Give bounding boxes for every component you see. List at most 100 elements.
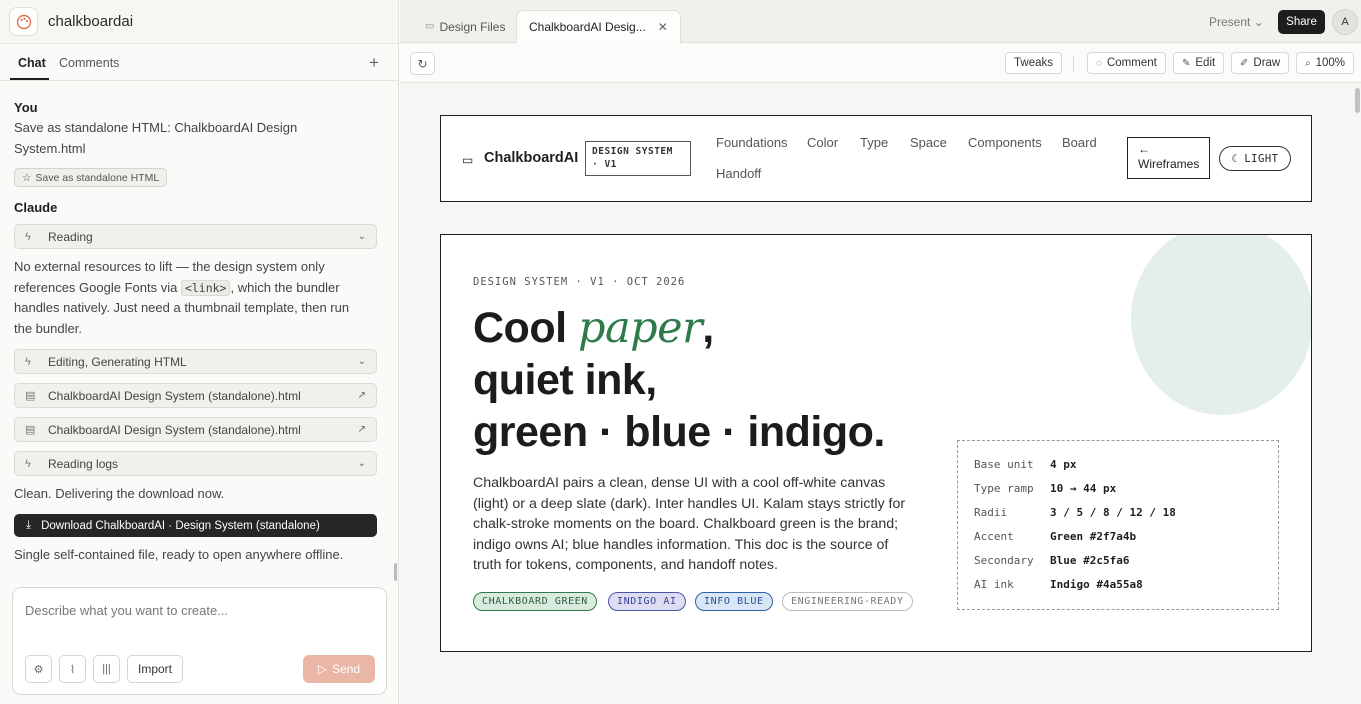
chevron-down-icon: ⌄ xyxy=(357,458,366,469)
save-standalone-chip[interactable]: ☆ Save as standalone HTML xyxy=(14,168,168,187)
composer-input[interactable]: Describe what you want to create... xyxy=(25,603,228,618)
headline-text: , xyxy=(702,304,714,352)
present-label: Present xyxy=(1209,15,1251,29)
paperclip-icon[interactable]: ⌇ xyxy=(59,655,86,683)
import-button[interactable]: Import xyxy=(127,655,184,683)
new-chat-plus-icon[interactable]: + xyxy=(369,53,379,73)
spec-value: 10 → 44 px xyxy=(1050,482,1117,495)
bolt-icon: ϟ xyxy=(25,230,31,243)
nav-components[interactable]: Components xyxy=(968,135,1042,150)
bolt-icon: ϟ xyxy=(25,355,31,368)
chat-scrollbar[interactable] xyxy=(394,563,397,581)
tweaks-button[interactable]: Tweaks xyxy=(1005,52,1062,74)
para-text: , which the bundler xyxy=(230,279,340,295)
chip-label: Save as standalone HTML xyxy=(35,171,160,184)
pill-indigo-ai: INDIGO AI xyxy=(608,592,686,611)
file-icon: ▤ xyxy=(25,424,36,436)
spec-card: Base unit 4 px Type ramp 10 → 44 px Radii 3… xyxy=(957,440,1279,610)
spec-key: Accent xyxy=(974,530,1014,543)
tab-design-files[interactable]: ▭ Design Files xyxy=(425,10,505,43)
palette-logo-icon[interactable] xyxy=(9,7,38,36)
tab-chat[interactable]: Chat xyxy=(18,56,46,70)
folder-icon: ▭ xyxy=(425,21,435,32)
tool-editing[interactable]: ϟ Editing, Generating HTML ⌄ xyxy=(14,349,377,374)
share-button[interactable]: Share xyxy=(1278,10,1325,34)
comment-icon: ◌ xyxy=(1096,57,1102,69)
send-icon: ▷ xyxy=(317,662,328,676)
doc-nav-bar: ▭ ChalkboardAI DESIGN SYSTEM · V1 Founda… xyxy=(440,115,1312,202)
decorative-circle xyxy=(1131,235,1311,415)
app-header: chalkboardai xyxy=(0,0,398,44)
file-icon: ▤ xyxy=(25,390,36,402)
canvas-scrollbar[interactable] xyxy=(1355,88,1360,113)
tab-label: Design Files xyxy=(439,19,506,34)
zoom-button[interactable]: ⌕ 100% xyxy=(1296,52,1355,74)
para-line: handles natively. Just need a thumbnail … xyxy=(14,300,350,315)
moon-icon: ☾ xyxy=(1231,152,1239,165)
headline-line: quiet ink, xyxy=(473,356,657,404)
pill-info-blue: INFO BLUE xyxy=(695,592,773,611)
comment-button[interactable]: ◌ Comment xyxy=(1087,52,1166,74)
design-system-badge: DESIGN SYSTEM · V1 xyxy=(585,141,691,176)
nav-color[interactable]: Color xyxy=(807,135,838,150)
nav-board[interactable]: Board xyxy=(1062,135,1097,150)
settings-icon[interactable]: ⚙ xyxy=(25,655,52,683)
spec-value: 3 / 5 / 8 / 12 / 18 xyxy=(1050,506,1176,519)
spec-key: AI ink xyxy=(974,578,1014,591)
clean-message: Clean. Delivering the download now. xyxy=(14,486,225,501)
assistant-paragraph: No external resources to lift — the desi… xyxy=(14,257,369,339)
magnifier-icon: ⌕ xyxy=(1305,57,1311,69)
badge-line: DESIGN SYSTEM xyxy=(592,146,673,157)
toolbar-divider xyxy=(1073,56,1074,72)
preview-toolbar: ↻ Tweaks ◌ Comment ✎ Edit ✐ Draw ⌕ 100% xyxy=(400,43,1361,83)
button-label: Edit xyxy=(1195,57,1216,69)
file-row-1[interactable]: ▤ ChalkboardAI Design System (standalone… xyxy=(14,383,377,408)
badge-line: · V1 xyxy=(592,159,617,170)
headline-line: Cool paper, xyxy=(473,302,885,354)
tab-bar: ▭ Design Files ChalkboardAI Desig... ✕ P… xyxy=(400,0,1361,43)
open-external-icon[interactable]: ↗ xyxy=(358,390,366,401)
download-button[interactable]: ⤓ Download ChalkboardAI · Design System … xyxy=(14,514,377,537)
headline-line: green · blue · indigo. xyxy=(473,408,885,456)
theme-label: LIGHT xyxy=(1244,152,1279,165)
avatar[interactable]: A xyxy=(1332,9,1358,35)
composer[interactable]: Describe what you want to create... ⚙ ⌇ … xyxy=(12,587,387,695)
theme-toggle-button[interactable]: ☾ LIGHT xyxy=(1219,146,1291,171)
arrow-left-icon: ← xyxy=(1138,142,1150,156)
monitor-icon: ▭ xyxy=(462,153,474,167)
spec-key: Type ramp xyxy=(974,482,1034,495)
preview-area: ▭ Design Files ChalkboardAI Desig... ✕ P… xyxy=(400,0,1361,704)
tool-reading-logs[interactable]: ϟ Reading logs ⌄ xyxy=(14,451,377,476)
hero-eyebrow: DESIGN SYSTEM · V1 · OCT 2026 xyxy=(473,276,686,288)
file-name: ChalkboardAI Design System (standalone).… xyxy=(48,422,301,437)
file-row-2[interactable]: ▤ ChalkboardAI Design System (standalone… xyxy=(14,417,377,442)
assistant-author: Claude xyxy=(14,200,58,215)
draw-button[interactable]: ✐ Draw xyxy=(1231,52,1290,74)
user-author: You xyxy=(14,100,38,115)
nav-foundations[interactable]: Foundations xyxy=(716,135,788,150)
link-code: <link> xyxy=(180,279,231,296)
wireframes-button[interactable]: ← Wireframes xyxy=(1127,137,1210,179)
nav-type[interactable]: Type xyxy=(860,135,888,150)
tab-active-doc[interactable]: ChalkboardAI Desig... ✕ xyxy=(516,10,681,43)
nav-space[interactable]: Space xyxy=(910,135,947,150)
chat-tabs: Chat Comments + xyxy=(0,44,398,81)
tool-label: Reading logs xyxy=(48,456,119,471)
user-message: Save as standalone HTML: ChalkboardAI De… xyxy=(14,118,369,159)
spec-key: Base unit xyxy=(974,458,1034,471)
tool-reading[interactable]: ϟ Reading ⌄ xyxy=(14,224,377,249)
present-dropdown[interactable]: Present ⌄ xyxy=(1209,15,1264,29)
tab-comments[interactable]: Comments xyxy=(59,56,119,70)
close-icon[interactable]: ✕ xyxy=(658,20,668,34)
open-external-icon[interactable]: ↗ xyxy=(358,424,366,435)
doc-brand[interactable]: ChalkboardAI xyxy=(484,150,578,166)
bolt-icon: ϟ xyxy=(25,457,31,470)
audio-wave-icon[interactable]: ||| xyxy=(93,655,120,683)
nav-handoff[interactable]: Handoff xyxy=(716,166,761,181)
send-button[interactable]: ▷ Send xyxy=(303,655,375,683)
reload-icon[interactable]: ↻ xyxy=(410,52,435,75)
document-canvas[interactable]: ▭ ChalkboardAI DESIGN SYSTEM · V1 Founda… xyxy=(400,84,1361,704)
chat-panel: chalkboardai Chat Comments + You Save as… xyxy=(0,0,399,704)
edit-button[interactable]: ✎ Edit xyxy=(1173,52,1225,74)
pen-icon: ✐ xyxy=(1240,57,1249,69)
